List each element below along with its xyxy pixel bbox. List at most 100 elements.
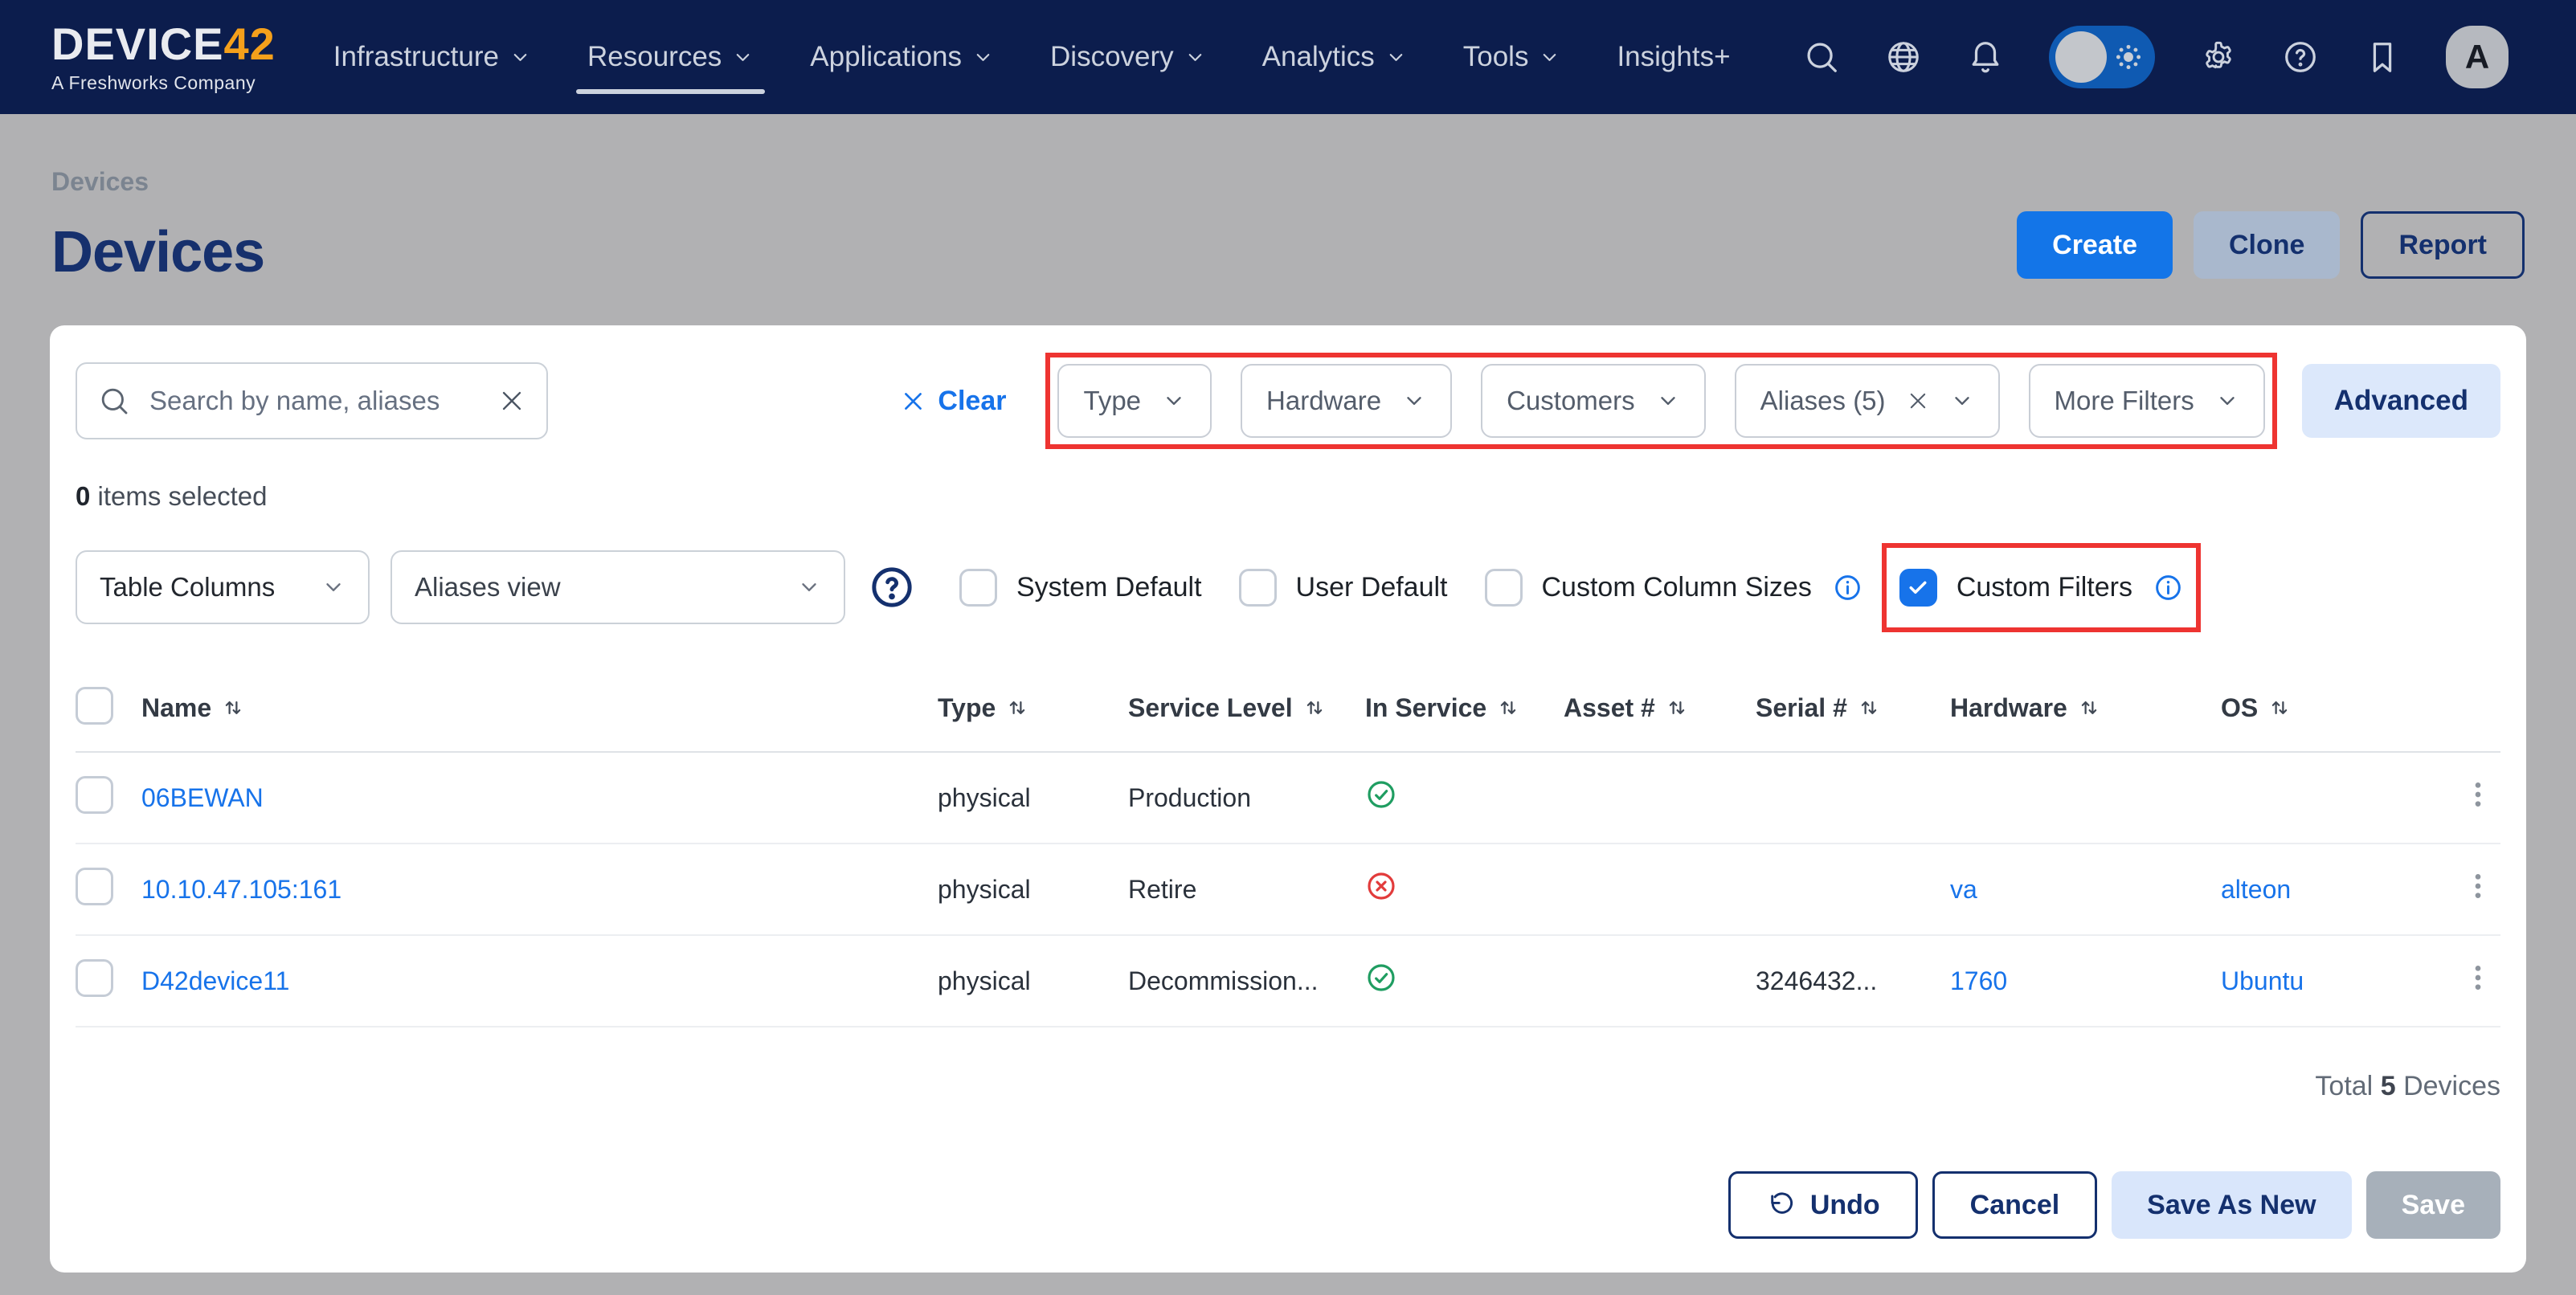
row-checkbox[interactable] [76,776,113,814]
filter-chip-label: Customers [1507,386,1635,416]
kebab-menu-icon[interactable] [2462,870,2494,902]
column-header-hardware[interactable]: Hardware [1937,671,2208,752]
nav-item-analytics[interactable]: Analytics [1262,41,1407,73]
sort-icon[interactable] [2267,696,2292,720]
column-header-type[interactable]: Type [925,671,1115,752]
table-columns-dropdown[interactable]: Table Columns [76,550,370,624]
os-link[interactable]: alteon [2221,875,2291,904]
kebab-menu-icon[interactable] [2462,778,2494,811]
checkbox-label: User Default [1296,572,1448,603]
chevron-down-icon [1656,389,1680,413]
checkbox-item-system-default[interactable]: System Default [959,569,1202,607]
device-name-link[interactable]: 10.10.47.105:161 [141,875,341,904]
in-service-yes-icon [1365,778,1397,811]
remove-filter-icon[interactable] [1907,390,1929,412]
save-as-new-button[interactable]: Save As New [2112,1171,2351,1239]
kebab-menu-icon[interactable] [2462,962,2494,994]
filter-chip-hardware[interactable]: Hardware [1241,364,1452,438]
avatar[interactable]: A [2446,26,2509,88]
checkbox-unchecked[interactable] [959,569,997,607]
breadcrumb[interactable]: Devices [51,167,264,197]
bookmark-icon[interactable] [2364,39,2401,76]
filter-chip-type[interactable]: Type [1057,364,1212,438]
selection-status: 0 items selected [76,481,2500,512]
column-label: Service Level [1128,693,1293,723]
column-header-name[interactable]: Name [129,671,925,752]
column-header-asset[interactable]: Asset # [1551,671,1743,752]
clone-button[interactable]: Clone [2194,211,2340,279]
table-columns-label: Table Columns [100,572,275,603]
filter-chip-label: Type [1083,386,1141,416]
nav-item-label: Applications [810,41,962,73]
help-icon[interactable] [2282,39,2319,76]
nav-item-tools[interactable]: Tools [1463,41,1561,73]
sort-icon[interactable] [2077,696,2101,720]
row-checkbox[interactable] [76,959,113,997]
search-box[interactable] [76,362,548,439]
chevron-down-icon [972,47,994,68]
sort-icon[interactable] [1665,696,1689,720]
search-icon[interactable] [1803,39,1840,76]
top-navbar: DEVICE42 A Freshworks Company Infrastruc… [0,0,2576,114]
select-all-checkbox[interactable] [76,687,113,725]
info-icon[interactable] [2153,573,2183,603]
bell-icon[interactable] [1967,39,2004,76]
clear-search-icon[interactable] [498,387,525,415]
cancel-button[interactable]: Cancel [1932,1171,2098,1239]
nav-item-infrastructure[interactable]: Infrastructure [333,41,531,73]
hardware-link[interactable]: 1760 [1950,966,2007,995]
column-header-in-service[interactable]: In Service [1352,671,1551,752]
table-row: 10.10.47.105:161physicalRetirevaalteon [76,844,2500,935]
device-name-link[interactable]: D42device11 [141,966,289,995]
clear-filters-button[interactable]: Clear [901,386,1006,417]
create-button[interactable]: Create [2017,211,2173,279]
checkbox-item-custom-filters[interactable]: Custom Filters [1899,569,2183,607]
chevron-down-icon [1539,47,1560,68]
column-header-service-level[interactable]: Service Level [1115,671,1352,752]
column-label: Hardware [1950,693,2067,723]
checkbox-unchecked[interactable] [1239,569,1277,607]
checkbox-checked[interactable] [1899,569,1937,607]
row-checkbox[interactable] [76,868,113,905]
sort-icon[interactable] [1302,696,1327,720]
globe-icon[interactable] [1885,39,1922,76]
chevron-down-icon [1184,47,1206,68]
filter-chip-more-filters[interactable]: More Filters [2029,364,2265,438]
undo-button[interactable]: Undo [1728,1171,1918,1239]
sort-icon[interactable] [1857,696,1881,720]
filter-chip-aliases-5[interactable]: Aliases (5) [1735,364,2000,438]
save-button[interactable]: Save [2366,1171,2500,1239]
search-input[interactable] [148,385,480,417]
devices-table: Name Type Service Level In ServiceAsset #Se… [76,671,2500,1027]
sort-icon[interactable] [221,696,245,720]
info-icon[interactable] [1833,573,1862,603]
theme-toggle[interactable] [2049,26,2155,88]
nav-item-discovery[interactable]: Discovery [1050,41,1206,73]
help-circle-icon[interactable] [869,565,914,610]
filter-chip-customers[interactable]: Customers [1481,364,1706,438]
view-dropdown[interactable]: Aliases view [390,550,845,624]
device-name-link[interactable]: 06BEWAN [141,783,264,812]
advanced-button[interactable]: Advanced [2302,364,2500,438]
table-header-row: Name Type Service Level In ServiceAsset #Se… [76,671,2500,752]
checkbox-unchecked[interactable] [1485,569,1523,607]
column-header-serial[interactable]: Serial # [1743,671,1937,752]
column-label: Name [141,693,211,723]
in-service-no-icon [1365,870,1397,902]
checkbox-item-custom-column-sizes[interactable]: Custom Column Sizes [1485,569,1862,607]
gear-icon[interactable] [2200,39,2237,76]
nav-item-insights[interactable]: Insights+ [1617,41,1730,73]
nav-item-applications[interactable]: Applications [810,41,994,73]
sort-icon[interactable] [1496,696,1520,720]
checkbox-item-user-default[interactable]: User Default [1239,569,1448,607]
nav-item-label: Analytics [1262,41,1375,73]
hardware-link[interactable]: va [1950,875,1977,904]
device42-logo[interactable]: DEVICE42 A Freshworks Company [51,22,276,92]
column-header-os[interactable]: OS [2208,671,2449,752]
selection-count: 0 [76,481,90,511]
report-button[interactable]: Report [2361,211,2525,279]
nav-item-resources[interactable]: Resources [587,41,754,73]
sort-icon[interactable] [1005,696,1029,720]
filter-chip-label: Aliases (5) [1760,386,1886,416]
os-link[interactable]: Ubuntu [2221,966,2304,995]
